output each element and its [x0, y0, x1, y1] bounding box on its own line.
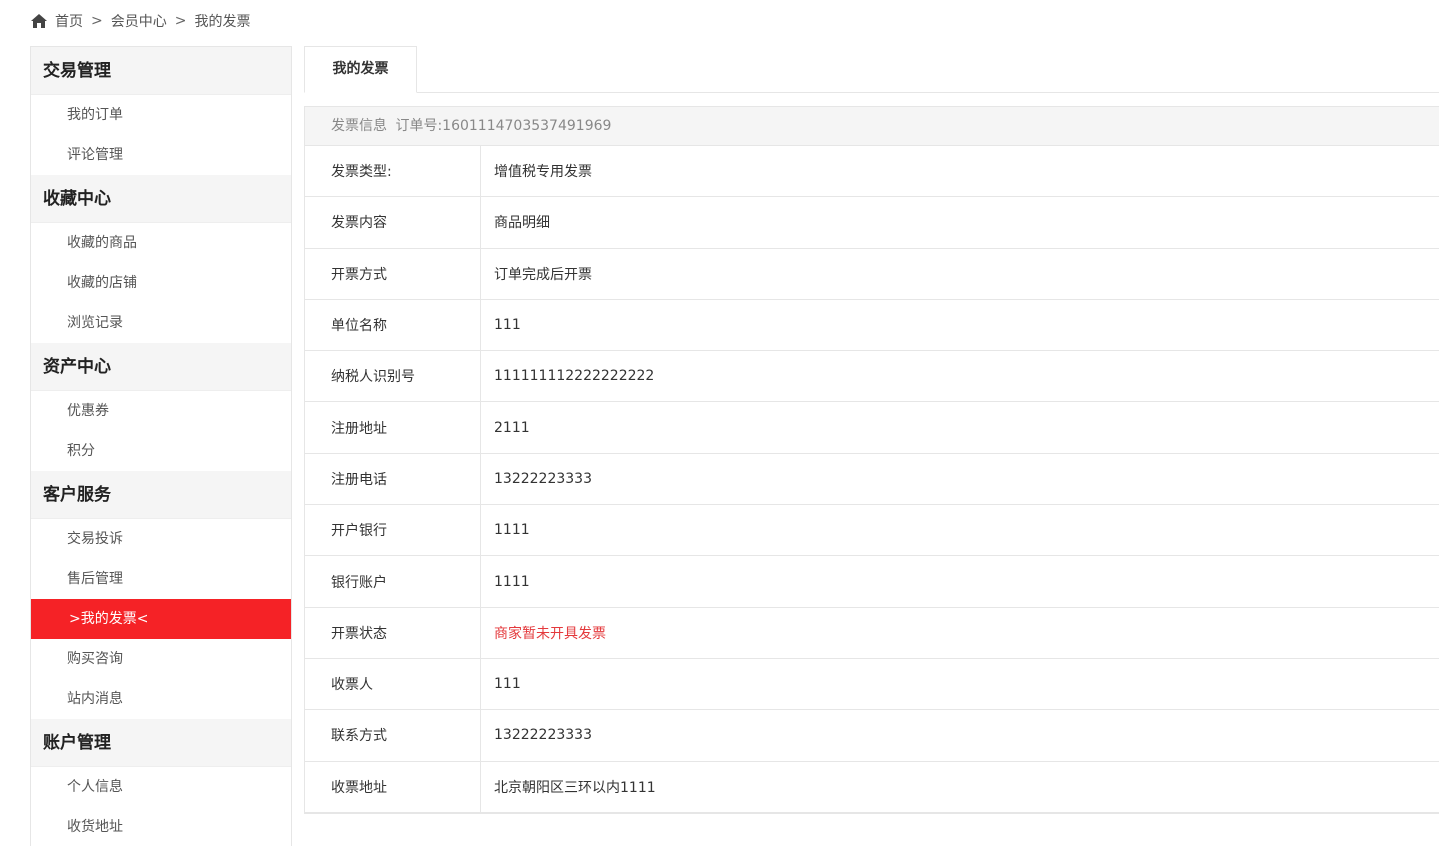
sidebar-item-points[interactable]: 积分 [31, 431, 291, 471]
home-icon[interactable] [30, 13, 48, 29]
table-row: 开票状态 商家暂未开具发票 [305, 607, 1439, 659]
sidebar-group-trade: 交易管理 [31, 47, 291, 95]
invoice-info-label: 发票信息 [331, 118, 387, 134]
row-label: 注册电话 [305, 453, 481, 505]
breadcrumb: 首页 > 会员中心 > 我的发票 [30, 10, 250, 32]
breadcrumb-my-invoice[interactable]: 我的发票 [194, 11, 250, 31]
sidebar-item-favorite-shops[interactable]: 收藏的店铺 [31, 263, 291, 303]
table-row: 注册电话 13222223333 [305, 453, 1439, 506]
order-number: 1601114703537491969 [442, 118, 612, 134]
invoice-info-header: 发票信息 订单号:1601114703537491969 [305, 107, 1439, 146]
row-label: 注册地址 [305, 402, 481, 453]
tab-bar: 我的发票 [304, 46, 1439, 93]
table-row: 开票方式 订单完成后开票 [305, 248, 1439, 300]
row-value: 1111 [494, 522, 530, 539]
sidebar-group-service: 客户服务 [31, 471, 291, 519]
row-label: 开票方式 [305, 248, 481, 299]
invoice-status-value: 商家暂未开具发票 [494, 625, 606, 642]
row-value: 13222223333 [494, 470, 592, 487]
invoice-info-table: 发票信息 订单号:1601114703537491969 发票类型: 增值税专用发… [304, 106, 1439, 814]
table-row: 发票类型: 增值税专用发票 [305, 146, 1439, 198]
sidebar-item-addresses[interactable]: 收货地址 [31, 807, 291, 847]
order-number-label: 订单号: [395, 118, 443, 134]
table-row: 注册地址 2111 [305, 402, 1439, 454]
row-value: 商品明细 [494, 215, 550, 232]
main-content: 我的发票 发票信息 订单号:1601114703537491969 发票类型: 增… [304, 46, 1439, 814]
row-label: 收票地址 [305, 761, 481, 812]
sidebar-item-messages[interactable]: 站内消息 [31, 679, 291, 719]
table-row: 收票人 111 [305, 658, 1439, 711]
tab-my-invoice[interactable]: 我的发票 [304, 46, 417, 93]
row-value: 2111 [494, 419, 530, 436]
sidebar-group-assets: 资产中心 [31, 343, 291, 391]
row-label: 开票状态 [305, 607, 481, 658]
table-row: 银行账户 1111 [305, 556, 1439, 608]
table-row: 联系方式 13222223333 [305, 710, 1439, 762]
row-value: 111111112222222222 [494, 368, 655, 385]
row-label: 纳税人识别号 [305, 351, 481, 402]
sidebar-item-coupons[interactable]: 优惠券 [31, 391, 291, 431]
sidebar-item-my-orders[interactable]: 我的订单 [31, 95, 291, 135]
sidebar-group-account: 账户管理 [31, 719, 291, 767]
row-value: 增值税专用发票 [494, 164, 592, 181]
row-value: 111 [494, 317, 521, 334]
sidebar-item-browse-history[interactable]: 浏览记录 [31, 303, 291, 343]
table-row: 开户银行 1111 [305, 505, 1439, 557]
breadcrumb-separator: > [91, 13, 103, 29]
table-row: 发票内容 商品明细 [305, 197, 1439, 249]
row-label: 收票人 [305, 658, 481, 710]
row-value: 订单完成后开票 [494, 266, 592, 283]
row-value: 111 [494, 676, 521, 693]
row-label: 单位名称 [305, 299, 481, 351]
breadcrumb-home[interactable]: 首页 [55, 11, 83, 31]
row-value: 1111 [494, 573, 530, 590]
table-row: 纳税人识别号 111111112222222222 [305, 351, 1439, 403]
table-row: 单位名称 111 [305, 299, 1439, 352]
row-value: 13222223333 [494, 727, 592, 744]
sidebar: 交易管理 我的订单 评论管理 收藏中心 收藏的商品 收藏的店铺 浏览记录 资产中… [30, 46, 292, 846]
row-label: 联系方式 [305, 710, 481, 761]
table-row: 收票地址 北京朝阳区三环以内1111 [305, 761, 1439, 813]
breadcrumb-member-center[interactable]: 会员中心 [111, 11, 167, 31]
sidebar-item-profile[interactable]: 个人信息 [31, 767, 291, 807]
sidebar-group-favorites: 收藏中心 [31, 175, 291, 223]
sidebar-item-inquiries[interactable]: 购买咨询 [31, 639, 291, 679]
sidebar-item-after-sales[interactable]: 售后管理 [31, 559, 291, 599]
sidebar-item-favorite-goods[interactable]: 收藏的商品 [31, 223, 291, 263]
row-label: 开户银行 [305, 505, 481, 556]
sidebar-item-reviews[interactable]: 评论管理 [31, 135, 291, 175]
sidebar-item-complaints[interactable]: 交易投诉 [31, 519, 291, 559]
row-label: 发票类型: [305, 146, 481, 197]
row-value: 北京朝阳区三环以内1111 [494, 779, 656, 796]
row-label: 发票内容 [305, 197, 481, 248]
sidebar-item-my-invoice[interactable]: >我的发票< [31, 599, 291, 639]
row-label: 银行账户 [305, 556, 481, 607]
breadcrumb-separator: > [174, 13, 187, 29]
